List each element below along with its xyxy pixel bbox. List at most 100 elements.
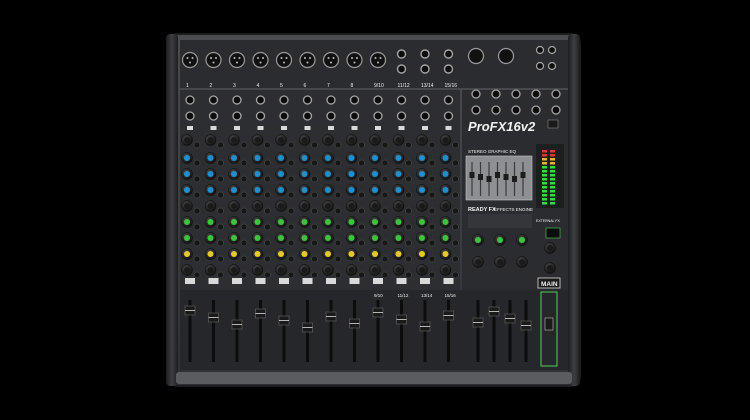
- small-knob: [358, 175, 365, 183]
- knob-cap: [231, 155, 237, 161]
- small-knob: [217, 191, 224, 199]
- xlr-pin: [186, 57, 189, 59]
- channel-number-label: 13/14: [421, 83, 434, 89]
- fader-track: [212, 300, 215, 362]
- knob-cap: [231, 251, 237, 257]
- xlr-pin: [353, 61, 356, 64]
- quarter-inch-jack-icon: [471, 89, 481, 99]
- button: [281, 126, 287, 130]
- small-knob: [358, 223, 365, 231]
- knob-cap: [207, 155, 214, 161]
- small-knob: [311, 207, 318, 215]
- knob-cap: [278, 219, 284, 225]
- small-knob: [405, 255, 412, 263]
- knob-cap: [348, 171, 355, 177]
- knob-cap: [184, 137, 190, 143]
- quarter-inch-jack-icon: [326, 95, 336, 105]
- knob-cap: [254, 219, 261, 225]
- small-knob: [240, 207, 248, 215]
- xlr-jack-icon: [299, 51, 316, 69]
- xlr-pin: [332, 57, 335, 59]
- button: [328, 126, 334, 130]
- knob-cap: [207, 203, 214, 209]
- small-knob: [405, 175, 412, 183]
- knob-cap: [184, 171, 190, 177]
- knob-cap: [348, 235, 355, 241]
- knob-cap: [348, 219, 355, 225]
- quarter-inch-jack-icon: [547, 45, 557, 55]
- xlr-pin: [309, 57, 311, 59]
- xlr-jack-icon: [275, 51, 293, 69]
- small-knob: [240, 271, 248, 279]
- eq-slider-cap: [503, 174, 509, 180]
- button: [398, 126, 405, 130]
- small-knob: [452, 223, 459, 231]
- quarter-inch-jack-icon: [255, 111, 266, 121]
- main-label: MAIN: [541, 281, 558, 288]
- led-segment: [550, 174, 555, 177]
- knob-cap: [419, 155, 425, 161]
- knob-cap: [419, 137, 425, 143]
- knob-cap: [207, 251, 214, 257]
- brand-logo: ProFX16v2: [468, 119, 536, 134]
- small-knob: [264, 141, 271, 149]
- xlr-pin: [259, 61, 262, 64]
- knob-cap: [325, 235, 331, 241]
- small-knob: [428, 255, 436, 263]
- small-knob: [193, 141, 201, 149]
- led-segment: [542, 166, 547, 169]
- knob-cap: [254, 155, 261, 161]
- small-knob: [334, 223, 342, 231]
- fx-title: EFFECTS ENGINE: [494, 207, 533, 212]
- knob-cap: [184, 267, 190, 273]
- small-knob: [452, 271, 459, 279]
- small-knob: [358, 271, 365, 279]
- small-knob: [287, 239, 295, 247]
- channel-number-label: 6: [304, 83, 307, 89]
- knob-cap: [372, 267, 378, 273]
- knob-cap: [372, 171, 378, 177]
- knob-cap: [231, 267, 237, 273]
- knob-cap: [419, 219, 425, 225]
- knob-cap: [254, 251, 261, 257]
- small-knob: [428, 271, 436, 279]
- knob-cap: [475, 237, 481, 243]
- mute-button: [185, 278, 195, 284]
- knob-cap: [547, 245, 553, 251]
- xlr-pin: [379, 57, 382, 59]
- knob-cap: [184, 155, 190, 161]
- button: [304, 126, 311, 130]
- quarter-inch-jack-icon: [185, 95, 195, 105]
- quarter-inch-jack-icon: [185, 111, 195, 121]
- knob-cap: [231, 171, 237, 177]
- xlr-pin: [212, 61, 215, 64]
- led-segment: [542, 174, 547, 177]
- led-segment: [542, 198, 547, 201]
- small-knob: [311, 191, 318, 199]
- small-knob: [381, 191, 389, 199]
- xlr-pin: [210, 57, 212, 59]
- channel-number-label: 9/10: [374, 83, 384, 89]
- small-knob: [405, 207, 412, 215]
- knob-cap: [419, 203, 425, 209]
- button: [445, 126, 452, 130]
- knob-cap: [278, 251, 284, 257]
- channel-number-label: 15/16: [445, 83, 458, 89]
- mute-button: [208, 278, 219, 284]
- small-knob: [193, 223, 201, 231]
- quarter-inch-jack-icon: [420, 64, 430, 74]
- eq-slider-cap: [486, 176, 492, 182]
- xlr-jack-icon: [497, 47, 515, 65]
- knob-cap: [207, 171, 214, 177]
- quarter-inch-jack-icon: [255, 95, 266, 105]
- knob-cap: [442, 137, 449, 143]
- knob-cap: [184, 187, 190, 193]
- quarter-inch-jack-icon: [471, 105, 481, 115]
- knob-cap: [301, 171, 308, 177]
- led-segment: [542, 170, 547, 173]
- led-segment: [550, 170, 555, 173]
- led-segment: [542, 162, 547, 165]
- small-knob: [264, 271, 271, 279]
- knob-cap: [348, 187, 355, 193]
- small-knob: [287, 159, 295, 167]
